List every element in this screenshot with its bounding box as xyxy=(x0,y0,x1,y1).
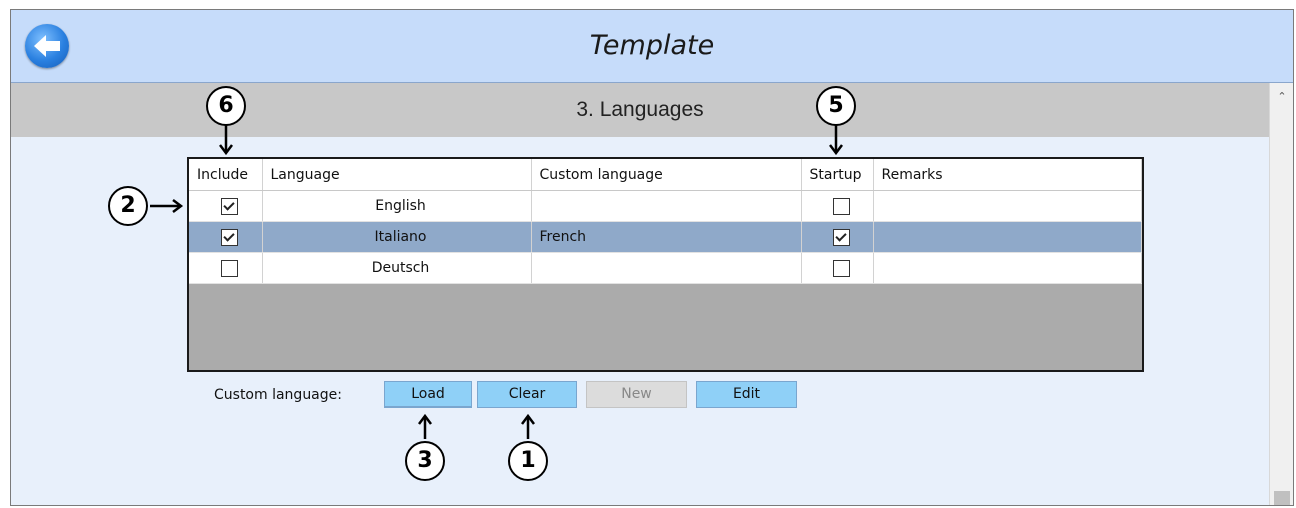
callout-arrows xyxy=(150,125,843,439)
callout-3: 3 xyxy=(405,441,445,481)
callout-1: 1 xyxy=(508,441,548,481)
callout-5: 5 xyxy=(816,86,856,126)
callout-6: 6 xyxy=(206,86,246,126)
callout-2: 2 xyxy=(108,186,148,226)
